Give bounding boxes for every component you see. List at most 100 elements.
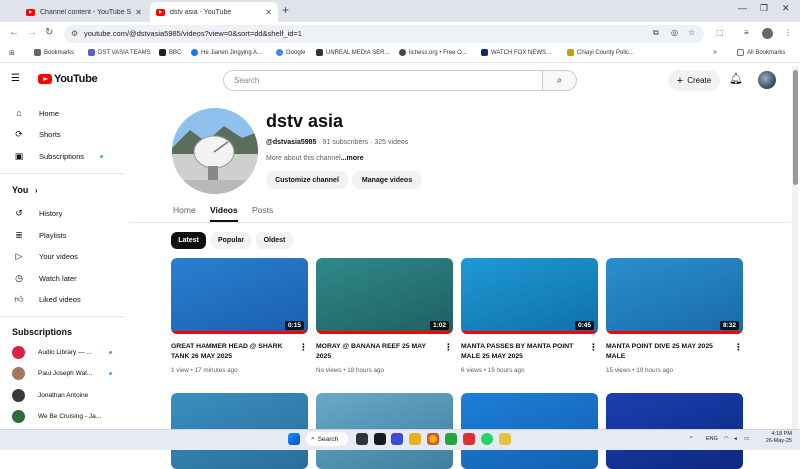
- install-app-icon[interactable]: ⧉: [653, 28, 659, 38]
- page-scrollbar-thumb[interactable]: [793, 70, 798, 185]
- video-title[interactable]: MANTA PASSES BY MANTA POINT MALE 25 MAY …: [461, 342, 586, 362]
- browser-tab-studio[interactable]: Channel content - YouTube Stu ✕: [20, 2, 148, 22]
- file-explorer-icon[interactable]: [409, 433, 421, 445]
- notifications-bell-icon[interactable]: 🔔︎: [729, 72, 743, 85]
- video-title[interactable]: MORAY @ BANANA REEF 25 MAY 2025: [316, 342, 441, 362]
- sidebar-subscription-item[interactable]: Paul Joseph Wat...: [12, 366, 112, 380]
- volume-icon[interactable]: ◂: [734, 436, 737, 442]
- language-indicator[interactable]: ENG: [706, 436, 718, 442]
- video-thumbnail[interactable]: 0:15: [171, 258, 308, 334]
- sidebar-item-playlists[interactable]: ≣ Playlists: [12, 228, 112, 242]
- close-tab-icon[interactable]: ✕: [265, 8, 272, 17]
- sidebar-subscription-item[interactable]: Jonathan Antoine: [12, 388, 112, 402]
- bookmark-item[interactable]: lichess.org • Free O...: [399, 49, 467, 56]
- sort-chip-oldest[interactable]: Oldest: [256, 232, 293, 249]
- sidebar-you-heading[interactable]: You ›: [12, 185, 38, 195]
- video-thumbnail[interactable]: 8:32: [606, 258, 743, 334]
- whatsapp-icon[interactable]: [481, 433, 493, 445]
- video-menu-icon[interactable]: ⋮: [444, 342, 453, 353]
- back-icon[interactable]: ←: [9, 27, 19, 38]
- profile-avatar[interactable]: [762, 28, 773, 39]
- line-icon[interactable]: [445, 433, 457, 445]
- bookmark-item[interactable]: He Jianen Jingying A...: [191, 49, 262, 56]
- customize-channel-button[interactable]: Customize channel: [266, 171, 348, 189]
- reload-icon[interactable]: ↻: [45, 27, 53, 38]
- site-info-icon[interactable]: ⚙: [71, 25, 78, 43]
- bookmark-item[interactable]: BBC: [159, 49, 181, 56]
- tab-posts[interactable]: Posts: [252, 205, 273, 215]
- close-tab-icon[interactable]: ✕: [135, 8, 142, 17]
- menu-dots-icon[interactable]: ⋮: [784, 28, 792, 37]
- minimize-icon[interactable]: —: [738, 3, 747, 13]
- tray-chevron-icon[interactable]: ^: [690, 436, 693, 442]
- sidebar-item-watch-later[interactable]: ◷ Watch later: [12, 271, 112, 285]
- media-icon[interactable]: ≡: [744, 28, 749, 37]
- task-view-icon[interactable]: [356, 433, 368, 445]
- search-input[interactable]: Search: [223, 70, 543, 91]
- channel-avatar-large[interactable]: [172, 108, 258, 194]
- video-thumbnail[interactable]: 1:02: [316, 258, 453, 334]
- sidebar-item-home[interactable]: ⌂ Home: [12, 106, 112, 120]
- tab-videos[interactable]: Videos: [210, 205, 238, 215]
- bookmark-label: DST VASIA TEAMS: [98, 49, 151, 56]
- sort-chip-latest[interactable]: Latest: [171, 232, 206, 249]
- all-bookmarks[interactable]: All Bookmarks: [737, 49, 785, 56]
- new-tab-icon[interactable]: +: [282, 3, 289, 17]
- app-icon[interactable]: [499, 433, 511, 445]
- sidebar-item-shorts[interactable]: ⟳ Shorts: [12, 127, 112, 141]
- youtube-logo[interactable]: YouTube: [38, 73, 98, 85]
- video-menu-icon[interactable]: ⋮: [589, 342, 598, 353]
- search-button[interactable]: ⌕: [543, 70, 577, 91]
- video-menu-icon[interactable]: ⋮: [299, 342, 308, 353]
- browser-tab-channel[interactable]: dstv asia - YouTube ✕: [150, 2, 278, 22]
- wifi-icon[interactable]: ◠: [724, 436, 729, 442]
- apps-grid-icon[interactable]: ⊞: [9, 49, 15, 57]
- taskbar-clock[interactable]: 4:18 PM 26-May-25: [758, 431, 792, 445]
- account-avatar[interactable]: [758, 71, 776, 89]
- browser-tab-strip: Channel content - YouTube Stu ✕ dstv asi…: [0, 0, 800, 22]
- manage-videos-button[interactable]: Manage videos: [352, 171, 422, 189]
- close-window-icon[interactable]: ✕: [782, 3, 790, 14]
- channel-about-link[interactable]: More about this channel...more: [266, 155, 364, 162]
- app-icon[interactable]: [374, 433, 386, 445]
- sidebar-item-liked-videos[interactable]: 👍︎ Liked videos: [12, 292, 112, 306]
- video-menu-icon[interactable]: ⋮: [734, 342, 743, 353]
- restore-icon[interactable]: ❐: [760, 3, 768, 14]
- sidebar-item-your-videos[interactable]: ▷ Your videos: [12, 249, 112, 263]
- sort-chip-popular[interactable]: Popular: [211, 232, 251, 249]
- battery-icon[interactable]: ▭: [744, 436, 749, 442]
- subscription-name: Jonathan Antoine: [38, 391, 89, 399]
- video-meta: 1 view • 17 minutes ago: [171, 367, 238, 374]
- url-text: youtube.com/@dstvasia5985/videos?view=0&…: [84, 29, 302, 38]
- video-thumbnail[interactable]: 0:45: [461, 258, 598, 334]
- forward-icon[interactable]: →: [27, 27, 37, 38]
- bookmark-item[interactable]: UNREAL MEDIA SER...: [316, 49, 389, 56]
- windows-start-icon[interactable]: [288, 433, 300, 445]
- bookmark-item[interactable]: Google: [276, 49, 305, 56]
- eye-off-icon[interactable]: ◎: [671, 28, 678, 37]
- search-icon: ⌕: [556, 75, 563, 86]
- app-icon[interactable]: [391, 433, 403, 445]
- sidebar-subscription-item[interactable]: We Be Cruising - Ja...: [12, 409, 112, 423]
- taskbar-search[interactable]: ⌕ Search: [306, 432, 348, 446]
- bookmark-item[interactable]: DST VASIA TEAMS: [88, 49, 151, 56]
- extensions-icon[interactable]: ⬚: [716, 28, 724, 37]
- bookmark-item[interactable]: Chiayi County Polic...: [567, 49, 634, 56]
- sidebar-subscription-item[interactable]: Audio Library — ...: [12, 345, 112, 359]
- google-icon: [276, 49, 283, 56]
- tab-home[interactable]: Home: [173, 205, 196, 215]
- address-bar[interactable]: ⚙ youtube.com/@dstvasia5985/videos?view=…: [64, 25, 704, 43]
- more-bookmarks-icon[interactable]: »: [713, 49, 717, 56]
- sidebar-item-subscriptions[interactable]: ▣ Subscriptions: [12, 149, 112, 163]
- bookmark-item[interactable]: WATCH FOX NEWS...: [481, 49, 551, 56]
- chrome-icon[interactable]: [427, 433, 439, 445]
- sidebar-item-history[interactable]: ↺ History: [12, 206, 112, 220]
- hamburger-menu-icon[interactable]: ☰: [11, 73, 20, 84]
- video-title[interactable]: MANTA POINT DIVE 25 MAY 2025 MALE: [606, 342, 731, 362]
- create-button[interactable]: + Create: [668, 70, 720, 91]
- bookmark-item[interactable]: Bookmarks: [34, 49, 74, 56]
- facebook-icon: [191, 49, 198, 56]
- bookmark-star-icon[interactable]: ☆: [688, 28, 695, 37]
- video-title[interactable]: GREAT HAMMER HEAD @ SHARK TANK 26 MAY 20…: [171, 342, 296, 362]
- app-icon[interactable]: [463, 433, 475, 445]
